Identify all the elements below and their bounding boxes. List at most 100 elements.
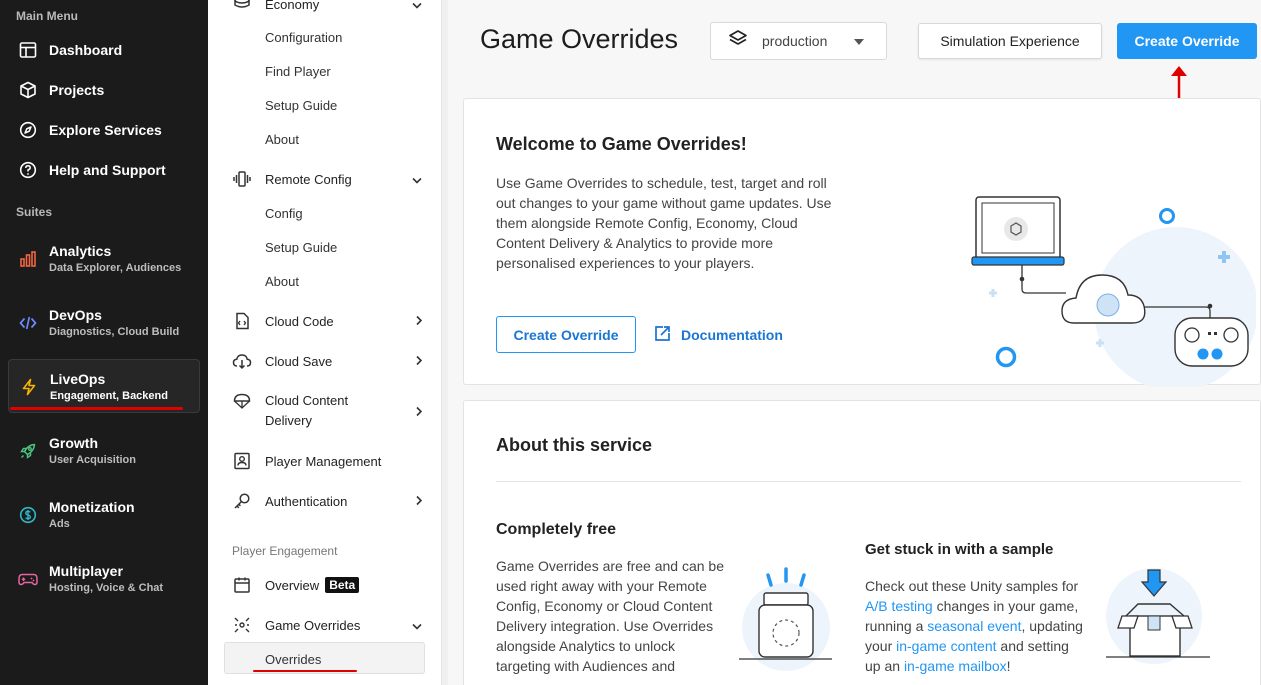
external-link-icon [654, 325, 671, 345]
about-card: About this service Completely free Game … [463, 400, 1261, 685]
overrides-annotation-underline [253, 670, 357, 672]
in-game-content-link[interactable]: in-game content [896, 638, 996, 654]
simulation-experience-button[interactable]: Simulation Experience [918, 23, 1102, 59]
chevron-down-icon [412, 0, 422, 12]
free-text: Game Overrides are free and can be used … [496, 558, 725, 674]
sample-title: Get stuck in with a sample [865, 541, 1054, 558]
compass-icon [18, 120, 38, 140]
suite-multiplayer[interactable]: Multiplayer Hosting, Voice & Chat [8, 552, 200, 608]
suite-analytics[interactable]: Analytics Data Explorer, Audiences [8, 232, 200, 288]
nav-cloud-content-delivery[interactable]: Cloud Content Delivery [232, 392, 428, 432]
suite-liveops[interactable]: LiveOps Engagement, Backend [8, 359, 200, 413]
key-icon [232, 491, 252, 511]
nav-game-overrides-label: Game Overrides [265, 617, 361, 633]
suite-devops[interactable]: DevOps Diagnostics, Cloud Build [8, 296, 200, 352]
nav-cloud-code[interactable]: Cloud Code [232, 311, 428, 331]
chevron-right-icon [416, 494, 423, 509]
suite-subtitle: Ads [49, 518, 70, 530]
chevron-right-icon [416, 314, 423, 329]
nav-remote-config-config[interactable]: Config [265, 206, 303, 221]
nav-game-overrides[interactable]: Game Overrides [232, 615, 428, 635]
sidebar-item-projects[interactable]: Projects [0, 70, 208, 110]
nav-cloud-save[interactable]: Cloud Save [232, 351, 428, 371]
welcome-card: Welcome to Game Overrides! Use Game Over… [463, 98, 1261, 387]
welcome-title: Welcome to Game Overrides! [496, 134, 747, 154]
chevron-right-icon [416, 354, 423, 369]
bar-chart-icon [18, 249, 38, 269]
suite-title: Multiplayer [49, 563, 123, 579]
sidebar-item-label: Dashboard [49, 42, 123, 58]
nav-cloud-code-label: Cloud Code [265, 313, 334, 329]
sidebar-item-help-and-support[interactable]: Help and Support [0, 150, 208, 190]
sample-text-part: ! [1006, 658, 1011, 674]
caret-down-icon [854, 39, 864, 45]
nav-economy[interactable]: Economy [232, 0, 428, 14]
nav-player-management-label: Player Management [265, 453, 382, 469]
suite-subtitle: Engagement, Backend [50, 390, 168, 402]
package-illustration [1106, 568, 1210, 664]
suite-growth[interactable]: Growth User Acquisition [8, 424, 200, 480]
game-overrides-icon [232, 615, 252, 635]
welcome-create-override-button[interactable]: Create Override [496, 316, 636, 353]
nav-economy-configuration[interactable]: Configuration [265, 30, 342, 45]
seasonal-event-link[interactable]: seasonal event [927, 618, 1021, 634]
chevron-right-icon [416, 405, 423, 420]
page-title: Game Overrides [480, 24, 679, 54]
environment-select[interactable]: production [710, 22, 887, 60]
sidebar-item-explore-services[interactable]: Explore Services [0, 110, 208, 150]
suites-heading: Suites [16, 205, 53, 219]
dashboard-icon [18, 40, 38, 60]
dollar-icon [18, 505, 38, 525]
rocket-icon [18, 441, 38, 461]
parachute-icon [232, 392, 252, 412]
sidebar-item-dashboard[interactable]: Dashboard [0, 30, 208, 70]
service-nav: Economy Configuration Find Player Setup … [208, 0, 442, 685]
documentation-link[interactable]: Documentation [654, 325, 783, 345]
cloud-save-icon [232, 351, 252, 371]
calendar-icon [232, 575, 252, 595]
nav-cloud-save-label: Cloud Save [265, 353, 333, 369]
nav-overview[interactable]: Overview Beta [232, 575, 428, 595]
suite-subtitle: Hosting, Voice & Chat [49, 582, 164, 594]
nav-cloud-content-label-line1: Cloud Content [265, 393, 349, 408]
main-menu-heading: Main Menu [16, 9, 78, 23]
chevron-down-icon [412, 172, 422, 187]
suite-subtitle: Diagnostics, Cloud Build [49, 326, 180, 338]
cube-icon [18, 80, 38, 100]
documentation-link-label: Documentation [681, 327, 783, 343]
create-override-button[interactable]: Create Override [1117, 23, 1257, 59]
nav-economy-about[interactable]: About [265, 132, 299, 147]
nav-overview-label: Overview [265, 577, 320, 593]
about-title: About this service [496, 435, 653, 455]
welcome-illustration [971, 196, 1256, 387]
remote-config-icon [232, 169, 252, 189]
free-title: Completely free [496, 521, 617, 538]
main-sidebar: Main Menu Dashboard Projects Explore Ser… [0, 0, 208, 685]
nav-overrides[interactable]: Overrides [265, 652, 321, 667]
sidebar-item-label: Projects [49, 82, 105, 98]
sidebar-item-label: Explore Services [49, 122, 162, 138]
sidebar-item-label: Help and Support [49, 162, 166, 178]
nav-authentication-label: Authentication [265, 493, 348, 509]
nav-economy-setup-guide[interactable]: Setup Guide [265, 98, 337, 113]
nav-remote-config-setup-guide[interactable]: Setup Guide [265, 240, 337, 255]
nav-remote-config[interactable]: Remote Config [232, 169, 428, 189]
gamepad-icon [18, 569, 38, 589]
nav-authentication[interactable]: Authentication [232, 491, 428, 511]
nav-player-management[interactable]: Player Management [232, 451, 428, 471]
beta-badge: Beta [325, 577, 360, 593]
sample-text-part: Check out these Unity samples for [865, 578, 1079, 594]
in-game-mailbox-link[interactable]: in-game mailbox [904, 658, 1007, 674]
nav-economy-label: Economy [265, 0, 320, 12]
main-content: Game Overrides production Simulation Exp… [448, 0, 1261, 685]
nav-remote-config-label: Remote Config [265, 171, 352, 187]
nav-economy-find-player[interactable]: Find Player [265, 64, 331, 79]
suite-title: LiveOps [50, 371, 106, 387]
code-icon [18, 313, 38, 333]
suite-title: Monetization [49, 499, 135, 515]
ab-testing-link[interactable]: A/B testing [865, 598, 933, 614]
lightning-icon [19, 377, 39, 397]
suite-subtitle: User Acquisition [49, 454, 136, 466]
suite-monetization[interactable]: Monetization Ads [8, 488, 200, 544]
nav-remote-config-about[interactable]: About [265, 274, 299, 289]
